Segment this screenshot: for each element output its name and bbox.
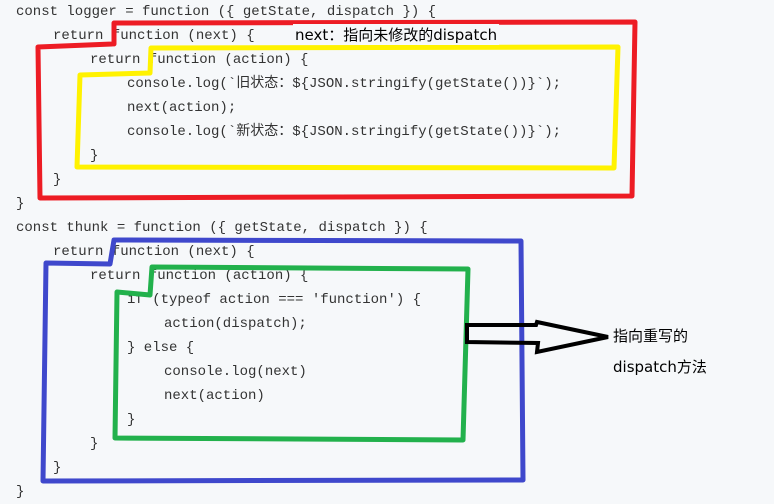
rewritten-dispatch-annotation-line2: dispatch方法 — [613, 358, 707, 376]
rewritten-dispatch-annotation-line1: 指向重写的 — [613, 327, 689, 345]
annotation-overlay — [35, 19, 638, 484]
thunk-inner-box — [112, 264, 471, 443]
next-annotation: next：指向未修改的dispatch — [293, 24, 500, 45]
logger-inner-box — [74, 44, 621, 171]
arrow-icon — [465, 319, 609, 355]
